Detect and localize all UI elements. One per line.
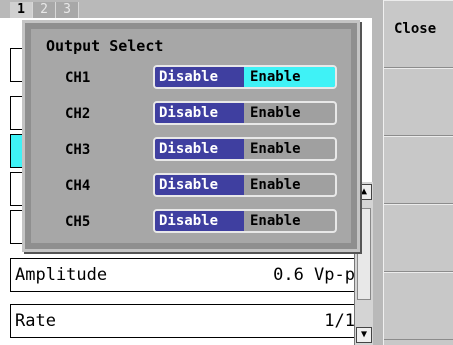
enable-option[interactable]: Enable (244, 211, 335, 231)
output-select-dialog: Output Select CH1 Disable Enable CH2 Dis… (22, 20, 360, 252)
parameter-value: 0.6 Vp-p (273, 265, 355, 285)
channel-row-ch2: CH2 Disable Enable (25, 101, 363, 129)
channel-label: CH3 (65, 142, 91, 158)
ch3-output-toggle[interactable]: Disable Enable (153, 137, 337, 161)
disable-option[interactable]: Disable (155, 67, 244, 87)
tab-page-3[interactable]: 3 (56, 2, 79, 18)
tab-page-2[interactable]: 2 (33, 2, 56, 18)
ch5-output-toggle[interactable]: Disable Enable (153, 209, 337, 233)
channel-row-ch1: CH1 Disable Enable (25, 65, 363, 93)
parameter-row-amplitude[interactable]: Amplitude 0.6 Vp-p (10, 258, 362, 292)
disable-option[interactable]: Disable (155, 103, 244, 123)
channel-row-ch3: CH3 Disable Enable (25, 137, 363, 165)
channel-label: CH4 (65, 178, 91, 194)
enable-option[interactable]: Enable (244, 103, 335, 123)
softkey-3[interactable] (384, 136, 453, 204)
scroll-down-arrow-icon[interactable]: ▼ (356, 327, 372, 343)
dialog-title: Output Select (46, 37, 164, 55)
enable-option[interactable]: Enable (244, 67, 335, 87)
disable-option[interactable]: Disable (155, 211, 244, 231)
parameter-name: Rate (15, 311, 56, 331)
parameter-value: 1/1 (324, 311, 355, 331)
channel-label: CH1 (65, 70, 91, 86)
instrument-screen: 1 2 3 Hz Amplitude 0.6 Vp-p Ra (0, 0, 453, 345)
channel-row-ch4: CH4 Disable Enable (25, 173, 363, 201)
ch4-output-toggle[interactable]: Disable Enable (153, 173, 337, 197)
ch2-output-toggle[interactable]: Disable Enable (153, 101, 337, 125)
softkey-4[interactable] (384, 204, 453, 272)
enable-option[interactable]: Enable (244, 139, 335, 159)
tab-page-1[interactable]: 1 (10, 2, 33, 18)
close-button[interactable]: Close (384, 0, 453, 68)
enable-option[interactable]: Enable (244, 175, 335, 195)
ch1-output-toggle[interactable]: Disable Enable (153, 65, 337, 89)
channel-row-ch5: CH5 Disable Enable (25, 209, 363, 237)
softkey-column: Close (383, 0, 453, 345)
disable-option[interactable]: Disable (155, 139, 244, 159)
softkey-5[interactable] (384, 272, 453, 340)
parameter-name: Amplitude (15, 265, 108, 285)
channel-label: CH2 (65, 106, 91, 122)
page-tabs: 1 2 3 (10, 2, 79, 18)
close-button-label: Close (394, 21, 437, 37)
channel-label: CH5 (65, 214, 91, 230)
softkey-2[interactable] (384, 68, 453, 136)
disable-option[interactable]: Disable (155, 175, 244, 195)
parameter-row-rate[interactable]: Rate 1/1 (10, 304, 362, 338)
